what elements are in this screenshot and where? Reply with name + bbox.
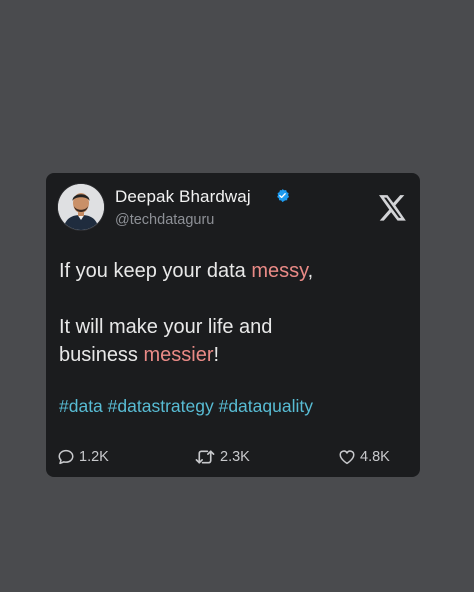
reply-count: 1.2K (79, 449, 109, 465)
tweet-text-part: If you keep your data (59, 260, 252, 282)
tweet-line-2: It will make your life and (59, 316, 273, 338)
highlighted-word: messier (143, 344, 214, 366)
like-button[interactable]: 4.8K (338, 448, 390, 466)
reply-button[interactable]: 1.2K (57, 448, 109, 466)
avatar-image (58, 184, 104, 230)
tweet-text: If you keep your data messy, It will mak… (59, 257, 409, 369)
author-name[interactable]: Deepak Bhardwaj (115, 187, 251, 207)
verified-badge-icon (277, 188, 290, 203)
hashtag-link[interactable]: #data (59, 396, 103, 416)
hashtags: #data #datastrategy #dataquality (59, 396, 313, 417)
highlighted-word: messy (251, 260, 308, 282)
avatar[interactable] (58, 184, 104, 230)
tweet-text-part: ! (213, 344, 220, 366)
hashtag-link[interactable]: #dataquality (219, 396, 313, 416)
tweet-line-1: If you keep your data messy, (59, 257, 409, 285)
reply-icon (58, 449, 74, 465)
retweet-icon (195, 450, 215, 464)
heart-icon (339, 450, 355, 465)
x-logo-icon[interactable] (379, 195, 407, 221)
tweet-text-part: business (59, 344, 144, 366)
tweet-text-part: , (307, 260, 314, 282)
tweet-line-3: business messier! (59, 341, 409, 369)
retweet-count: 2.3K (220, 449, 250, 465)
retweet-button[interactable]: 2.3K (194, 448, 250, 466)
author-handle[interactable]: @techdataguru (115, 212, 214, 228)
tweet-card: Deepak Bhardwaj @techdataguru If you kee… (46, 173, 420, 477)
hashtag-link[interactable]: #datastrategy (108, 396, 214, 416)
like-count: 4.8K (360, 449, 390, 465)
